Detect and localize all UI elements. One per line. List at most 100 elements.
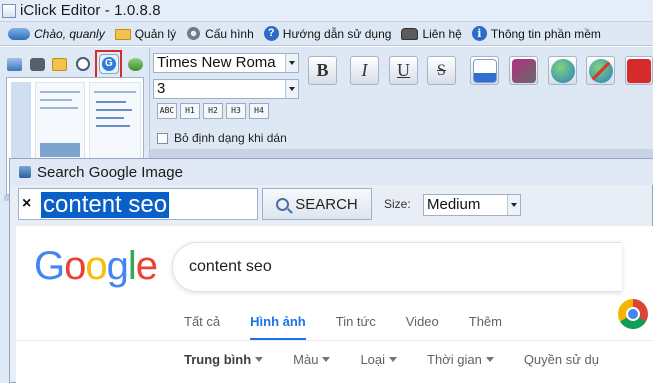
menu-greeting[interactable]: Chào, quanly: [8, 27, 105, 41]
font-family-select[interactable]: Times New Roma: [153, 53, 299, 73]
google-icon: G: [98, 54, 119, 74]
search-query-text: content seo: [41, 191, 170, 218]
filter-label: Trung bình: [184, 352, 252, 367]
font-color-button[interactable]: [470, 56, 499, 85]
filter-label: Màu: [293, 352, 319, 367]
caret-down-icon: [389, 357, 398, 362]
globe-link-icon: [550, 58, 575, 83]
menu-quan-ly[interactable]: Quản lý: [114, 26, 177, 41]
image-filters: Trung bình Màu Loại Thời gian Quyền sử d…: [184, 352, 629, 367]
thumbnail-image: [40, 143, 80, 157]
folder-button[interactable]: [50, 54, 70, 75]
filter-color[interactable]: Màu: [293, 352, 331, 367]
google-g-glyph: G: [101, 57, 116, 71]
insert-link-button[interactable]: [548, 56, 577, 85]
menu-thong-tin[interactable]: i Thông tin phần mềm: [471, 26, 601, 41]
filter-size[interactable]: Trung bình: [184, 352, 264, 367]
chevron-down-icon: [507, 195, 520, 215]
app-title: iClick Editor - 1.0.8.8: [20, 2, 161, 19]
info-icon: i: [471, 26, 487, 41]
search-row: × content seo SEARCH Size: Medium: [18, 188, 653, 222]
left-toolbar: G: [5, 49, 145, 79]
menu-bar: Chào, quanly Quản lý Cấu hình ? Hướng dẫ…: [0, 22, 653, 46]
strip-format-option[interactable]: Bỏ định dạng khi dán: [157, 131, 287, 145]
font-family-value: Times New Roma: [157, 54, 276, 71]
image-button[interactable]: [5, 54, 25, 75]
caret-down-icon: [485, 357, 494, 362]
unlink-icon: [588, 58, 613, 83]
tab-more[interactable]: Thêm: [469, 314, 502, 338]
clear-button[interactable]: ×: [22, 195, 36, 213]
remove-link-button[interactable]: [586, 56, 615, 85]
strip-format-checkbox[interactable]: [157, 132, 168, 144]
thumbnail-line: [96, 109, 132, 111]
tab-all[interactable]: Tất cả: [184, 314, 220, 338]
clock-button[interactable]: [73, 54, 93, 75]
dialog-title-bar: Search Google Image: [10, 159, 653, 185]
google-search-box[interactable]: content seo: [172, 242, 622, 292]
help-icon: ?: [263, 26, 279, 41]
search-input[interactable]: × content seo: [18, 188, 258, 220]
google-results-view: Google content seo Tất cả Hình ảnh Tin t…: [16, 226, 653, 383]
italic-button[interactable]: I: [350, 56, 379, 85]
logo-letter: l: [127, 244, 137, 288]
search-google-image-dialog: Search Google Image × content seo SEARCH…: [9, 158, 653, 383]
menu-cau-hinh[interactable]: Cấu hình: [186, 26, 254, 41]
camera-button[interactable]: [28, 54, 48, 75]
menu-label-lien-he: Liên hệ: [422, 26, 462, 41]
iclick-logo-icon: [8, 27, 30, 40]
search-button-label: SEARCH: [295, 195, 358, 213]
insert-video-button[interactable]: [625, 56, 653, 85]
chevron-down-icon: [285, 54, 298, 72]
menu-label-quan-ly: Quản lý: [134, 26, 177, 41]
thumbnail-line: [96, 117, 124, 119]
tab-images[interactable]: Hình ảnh: [250, 314, 306, 341]
font-size-select[interactable]: 3: [153, 79, 299, 99]
heading-4-button[interactable]: H4: [249, 103, 269, 119]
google-logo[interactable]: Google: [34, 244, 158, 289]
paragraph-button[interactable]: ABC: [157, 103, 177, 119]
google-image-button[interactable]: G: [95, 49, 123, 79]
chrome-icon[interactable]: [618, 299, 648, 329]
gear-icon: [186, 26, 202, 41]
heading-2-button[interactable]: H2: [203, 103, 223, 119]
filter-usage-rights[interactable]: Quyền sử dụ: [524, 352, 599, 367]
youtube-icon: [627, 58, 651, 83]
menu-lien-he[interactable]: Liên hệ: [401, 26, 462, 41]
menu-label-thong-tin: Thông tin phần mềm: [490, 26, 601, 41]
heading-3-button[interactable]: H3: [226, 103, 246, 119]
font-size-value: 3: [157, 80, 166, 97]
size-select[interactable]: Medium: [423, 194, 521, 216]
filter-label: Thời gian: [427, 352, 482, 367]
strip-format-label: Bỏ định dạng khi dán: [174, 131, 287, 145]
paint-bucket-icon: [511, 58, 536, 83]
filter-type[interactable]: Loại: [360, 352, 398, 367]
folder-icon: [52, 57, 68, 71]
google-tabs: Tất cả Hình ảnh Tin tức Video Thêm: [184, 314, 532, 341]
clock-icon: [75, 57, 90, 71]
formatting-toolbar: Times New Roma 3 B I U S ABC H1 H2 H3 H4: [150, 47, 653, 160]
link-icon: [127, 57, 143, 71]
size-label: Size:: [384, 197, 411, 211]
camera-icon: [29, 57, 45, 71]
search-button[interactable]: SEARCH: [262, 188, 372, 220]
heading-1-button[interactable]: H1: [180, 103, 200, 119]
title-bar: iClick Editor - 1.0.8.8: [0, 0, 653, 22]
logo-letter: o: [64, 244, 86, 288]
link-button[interactable]: [125, 54, 145, 75]
dialog-icon: [19, 166, 31, 178]
bold-button[interactable]: B: [308, 56, 337, 85]
logo-letter: o: [85, 244, 107, 288]
highlight-button[interactable]: [509, 56, 538, 85]
tab-video[interactable]: Video: [406, 314, 439, 338]
thumbnail-line: [40, 99, 72, 101]
filter-time[interactable]: Thời gian: [427, 352, 494, 367]
menu-huong-dan[interactable]: ? Hướng dẫn sử dụng: [263, 26, 392, 41]
tabs-divider: [16, 340, 653, 341]
tab-news[interactable]: Tin tức: [336, 314, 376, 338]
caret-down-icon: [255, 357, 264, 362]
strikethrough-button[interactable]: S: [427, 56, 456, 85]
menu-label-huong-dan: Hướng dẫn sử dụng: [282, 26, 392, 41]
underline-button[interactable]: U: [389, 56, 418, 85]
font-color-icon: [472, 58, 497, 83]
